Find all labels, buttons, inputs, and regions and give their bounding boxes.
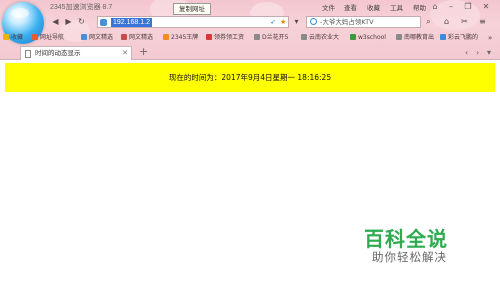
- home-icon[interactable]: ⌂: [441, 16, 452, 27]
- star-folder-icon: [3, 33, 9, 40]
- fav-link[interactable]: 南哪教育出: [396, 33, 434, 43]
- site-icon: [350, 33, 356, 40]
- site-icon: [163, 33, 169, 40]
- tab-list-icon[interactable]: ▾: [487, 47, 491, 58]
- search-button-icon[interactable]: ⌕: [423, 16, 434, 27]
- site-icon: [121, 33, 127, 40]
- current-time-text: 现在的时间为：2017年9月4日星期一 18:16:25: [168, 73, 332, 82]
- site-icon: [440, 33, 446, 40]
- forward-icon[interactable]: ▶: [63, 16, 74, 27]
- page-icon: [301, 33, 307, 40]
- site-icon: [206, 33, 212, 40]
- fav-link[interactable]: 领券领工资: [206, 33, 244, 43]
- fav-link[interactable]: 云南农业大: [301, 33, 339, 43]
- fav-link[interactable]: 2345王牌: [163, 33, 198, 43]
- fav-link[interactable]: 网址导航: [32, 33, 64, 43]
- new-tab-button[interactable]: +: [139, 46, 148, 58]
- page-icon: [254, 33, 260, 40]
- fav-link[interactable]: D兰花开5: [254, 33, 288, 43]
- page-icon: [396, 33, 402, 40]
- tab-bar: 时间的动态显示 ✕ + ‹ › ▾: [0, 45, 500, 60]
- security-shield-icon: [100, 19, 107, 26]
- fav-link[interactable]: 彩云飞鹏的: [440, 33, 478, 43]
- menu-favorites[interactable]: 收藏: [367, 2, 380, 12]
- copy-url-tooltip: 复制网址: [173, 3, 211, 15]
- watermark-title: 百科全说: [364, 227, 448, 251]
- site-icon: [81, 33, 87, 40]
- favorites-bar: 收藏 网址导航 网文精选 网文精选 2345王牌 领券领工资 D兰花开5 云南农…: [0, 31, 500, 44]
- favorites-button[interactable]: 收藏: [3, 33, 23, 43]
- restore-icon[interactable]: ❐: [463, 2, 473, 12]
- refresh-icon[interactable]: ↻: [76, 16, 87, 27]
- more-favorites-icon[interactable]: »: [488, 33, 492, 43]
- address-bar[interactable]: 192.168.1.2 ➶ ★: [97, 16, 289, 28]
- tab-time-display[interactable]: 时间的动态显示 ✕: [20, 46, 132, 60]
- browser-chrome: 2345加速浏览器 8.7 复制网址 文件 查看 收藏 工具 帮助 ⌂ – ❐ …: [0, 0, 500, 60]
- search-box[interactable]: -大爷大妈占领KTV: [306, 16, 421, 28]
- search-input[interactable]: -大爷大妈占领KTV: [320, 17, 374, 28]
- speed-rocket-icon[interactable]: ➶: [270, 17, 276, 28]
- skin-icon[interactable]: ⌂: [430, 2, 440, 12]
- menu-tools[interactable]: 工具: [390, 2, 403, 12]
- fav-link[interactable]: w3school: [350, 33, 386, 43]
- app-title: 2345加速浏览器 8.7: [50, 4, 113, 11]
- fav-link[interactable]: 网文精选: [121, 33, 153, 43]
- fav-link[interactable]: 网文精选: [81, 33, 113, 43]
- site-icon: [32, 33, 38, 40]
- tab-scroll-right-icon[interactable]: ›: [476, 47, 479, 58]
- back-icon[interactable]: ◀: [50, 16, 61, 27]
- tab-scroll-left-icon[interactable]: ‹: [465, 47, 468, 58]
- menu-view[interactable]: 查看: [344, 2, 357, 12]
- menu-lines-icon[interactable]: ≡: [477, 16, 488, 27]
- address-input[interactable]: 192.168.1.2: [111, 18, 152, 27]
- time-banner: 现在的时间为：2017年9月4日星期一 18:16:25: [5, 63, 495, 92]
- watermark-subtitle: 助你轻松解决: [372, 250, 447, 264]
- minimize-icon[interactable]: –: [446, 2, 456, 12]
- tab-close-icon[interactable]: ✕: [122, 47, 128, 60]
- menu-help[interactable]: 帮助: [413, 2, 426, 12]
- address-dropdown-icon[interactable]: ▾: [291, 16, 302, 27]
- screenshot-icon[interactable]: ✂: [459, 16, 470, 27]
- menu-file[interactable]: 文件: [322, 2, 335, 12]
- star-icon[interactable]: ★: [280, 17, 286, 28]
- page-icon: [25, 50, 31, 58]
- tab-title: 时间的动态显示: [35, 49, 81, 57]
- close-window-icon[interactable]: ✕: [481, 2, 491, 12]
- search-icon: [310, 18, 317, 25]
